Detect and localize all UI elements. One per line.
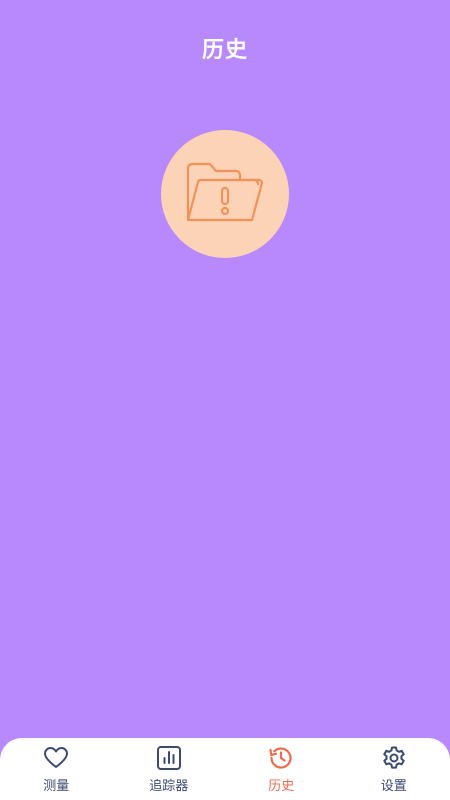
gear-icon (381, 745, 407, 771)
heart-icon (43, 745, 69, 771)
nav-item-settings[interactable]: 设置 (338, 738, 450, 800)
empty-state-illustration (161, 130, 289, 258)
nav-label-tracker: 追踪器 (149, 779, 189, 794)
nav-item-tracker[interactable]: 追踪器 (113, 738, 225, 800)
folder-alert-icon (186, 162, 264, 222)
nav-item-measure[interactable]: 测量 (0, 738, 112, 800)
history-icon (268, 745, 294, 771)
nav-label-measure: 测量 (43, 779, 70, 794)
nav-item-history[interactable]: 历史 (225, 738, 337, 800)
bar-chart-icon (156, 745, 182, 771)
nav-label-settings: 设置 (380, 779, 407, 794)
bottom-nav: 测量 追踪器 历史 设置 (0, 738, 450, 800)
header: 历史 (0, 0, 450, 96)
nav-label-history: 历史 (268, 779, 295, 794)
page-title: 历史 (201, 38, 248, 63)
